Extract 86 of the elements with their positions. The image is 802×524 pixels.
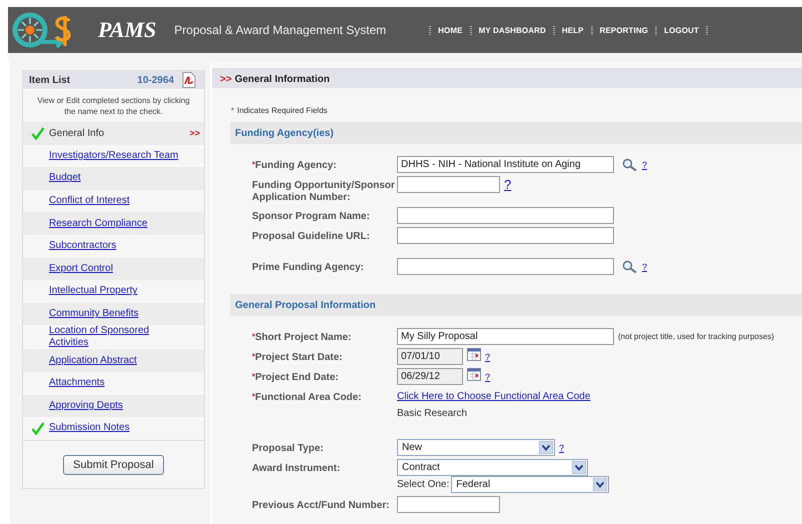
field-label: Award Instrument: [252,463,340,475]
item-link[interactable]: Investigators/Research Team [49,150,178,162]
field-label: Sponsor Program Name: [252,211,370,223]
field-label: Previous Acct/Fund Number: [252,500,390,512]
text-field[interactable] [397,207,614,224]
sidebar-item[interactable]: Export Control [23,258,204,280]
sidebar-title: Item List [29,74,72,86]
text-field[interactable]: DHHS - NIH - National Institute on Aging [397,156,614,173]
nav-link[interactable]: HOME [438,26,463,34]
app-name: PAMS [98,17,156,43]
current-marker: >> [189,128,200,138]
item-link[interactable]: Export Control [49,262,113,275]
item-link[interactable]: Attachments [49,377,105,390]
item-link[interactable]: Community Benefits [49,308,138,320]
item-label: General Info [49,128,106,139]
field-label: Funding Agency: [255,160,336,172]
field-label: Proposal Type: [252,443,324,455]
search-icon[interactable] [622,260,638,274]
date-field[interactable]: 06/29/12 [397,368,463,385]
pdf-icon[interactable] [182,72,196,88]
field-label: Short Project Name: [255,332,352,344]
item-link[interactable]: Intellectual Property [49,285,138,298]
required-mark: * [252,372,256,382]
dropdown-arrow-icon [539,441,553,454]
submit-button[interactable]: Submit Proposal [63,454,164,475]
nav-link[interactable]: LOGOUT [664,26,699,34]
sidebar-item[interactable]: General Info >> [23,122,204,145]
dropdown[interactable]: Contract [397,459,588,476]
item-link[interactable]: Submission Notes [49,422,130,434]
sidebar-item[interactable]: Community Benefits [23,302,204,326]
dropdown[interactable]: Federal [451,476,610,493]
required-mark: * [231,106,234,115]
sidebar-item[interactable]: Application Abstract [23,349,204,372]
required-mark: * [252,160,256,170]
sidebar-item[interactable]: Budget [23,167,204,190]
sidebar-hint: View or Edit completed sections by clicking the name next to the check. [36,95,191,118]
subsection-title: Funding Agency(ies) [235,128,334,138]
item-link[interactable]: Conflict of Interest [49,195,130,208]
item-link[interactable]: Research Compliance [49,218,148,230]
field-label: Project End Date: [255,372,338,384]
app-subtitle: Proposal & Award Management System [174,23,386,37]
subsection-title: General Proposal Information [235,300,376,310]
item-link[interactable]: Application Abstract [49,354,137,367]
field-label: Funding Opportunity/Sponsor Application Number: [252,180,396,204]
search-icon[interactable] [622,158,638,172]
field-label: Select One: [397,479,450,490]
text-field[interactable] [397,176,500,193]
required-note: Indicates Required Fields [237,106,328,115]
nav-link[interactable]: REPORTING [600,26,648,34]
proposal-number: 10-2964 [137,74,174,86]
date-field[interactable]: 07/01/10 [397,348,463,365]
field-note: (not project title, used for tracking purposes) [618,332,774,341]
section-title: General Information [234,74,330,84]
text-field[interactable] [397,227,614,244]
item-link[interactable]: Budget [49,172,81,184]
calendar-icon[interactable] [467,348,481,360]
help-link[interactable]: ? [559,442,564,452]
text-field[interactable]: My Silly Proposal [397,328,614,345]
required-mark: * [252,352,256,362]
item-link[interactable]: Location of Sponsored Activities [49,325,187,350]
choose-code-link[interactable]: Click Here to Choose Functional Area Code [397,388,590,402]
field-label: Prime Funding Agency: [252,262,364,274]
text-field[interactable] [397,496,500,513]
field-label: Functional Area Code: [255,392,362,404]
item-link[interactable]: Subcontractors [49,240,116,252]
help-link[interactable]: ? [504,177,512,192]
selected-code: Basic Research [397,407,468,421]
current-marker: >> [220,74,232,84]
required-mark: * [252,332,256,342]
dropdown-arrow-icon [593,478,608,491]
nav-link[interactable]: MY DASHBOARD [478,26,546,34]
dropdown[interactable]: New [397,439,555,456]
sidebar-item[interactable]: Research Compliance [23,212,204,235]
required-mark: * [252,392,256,402]
text-field[interactable] [397,258,614,275]
help-link[interactable]: ? [485,352,490,362]
help-link[interactable]: ? [642,160,648,170]
sidebar-item[interactable]: Approving Depts [23,394,204,418]
calendar-icon[interactable] [467,368,481,380]
item-link[interactable]: Approving Depts [49,400,123,412]
help-link[interactable]: ? [485,372,490,382]
dropdown-arrow-icon [572,461,586,474]
help-link[interactable]: ? [642,262,648,272]
field-label: Project Start Date: [255,352,342,364]
field-label: Proposal Guideline URL: [252,231,370,243]
nav-link[interactable]: HELP [562,26,584,34]
